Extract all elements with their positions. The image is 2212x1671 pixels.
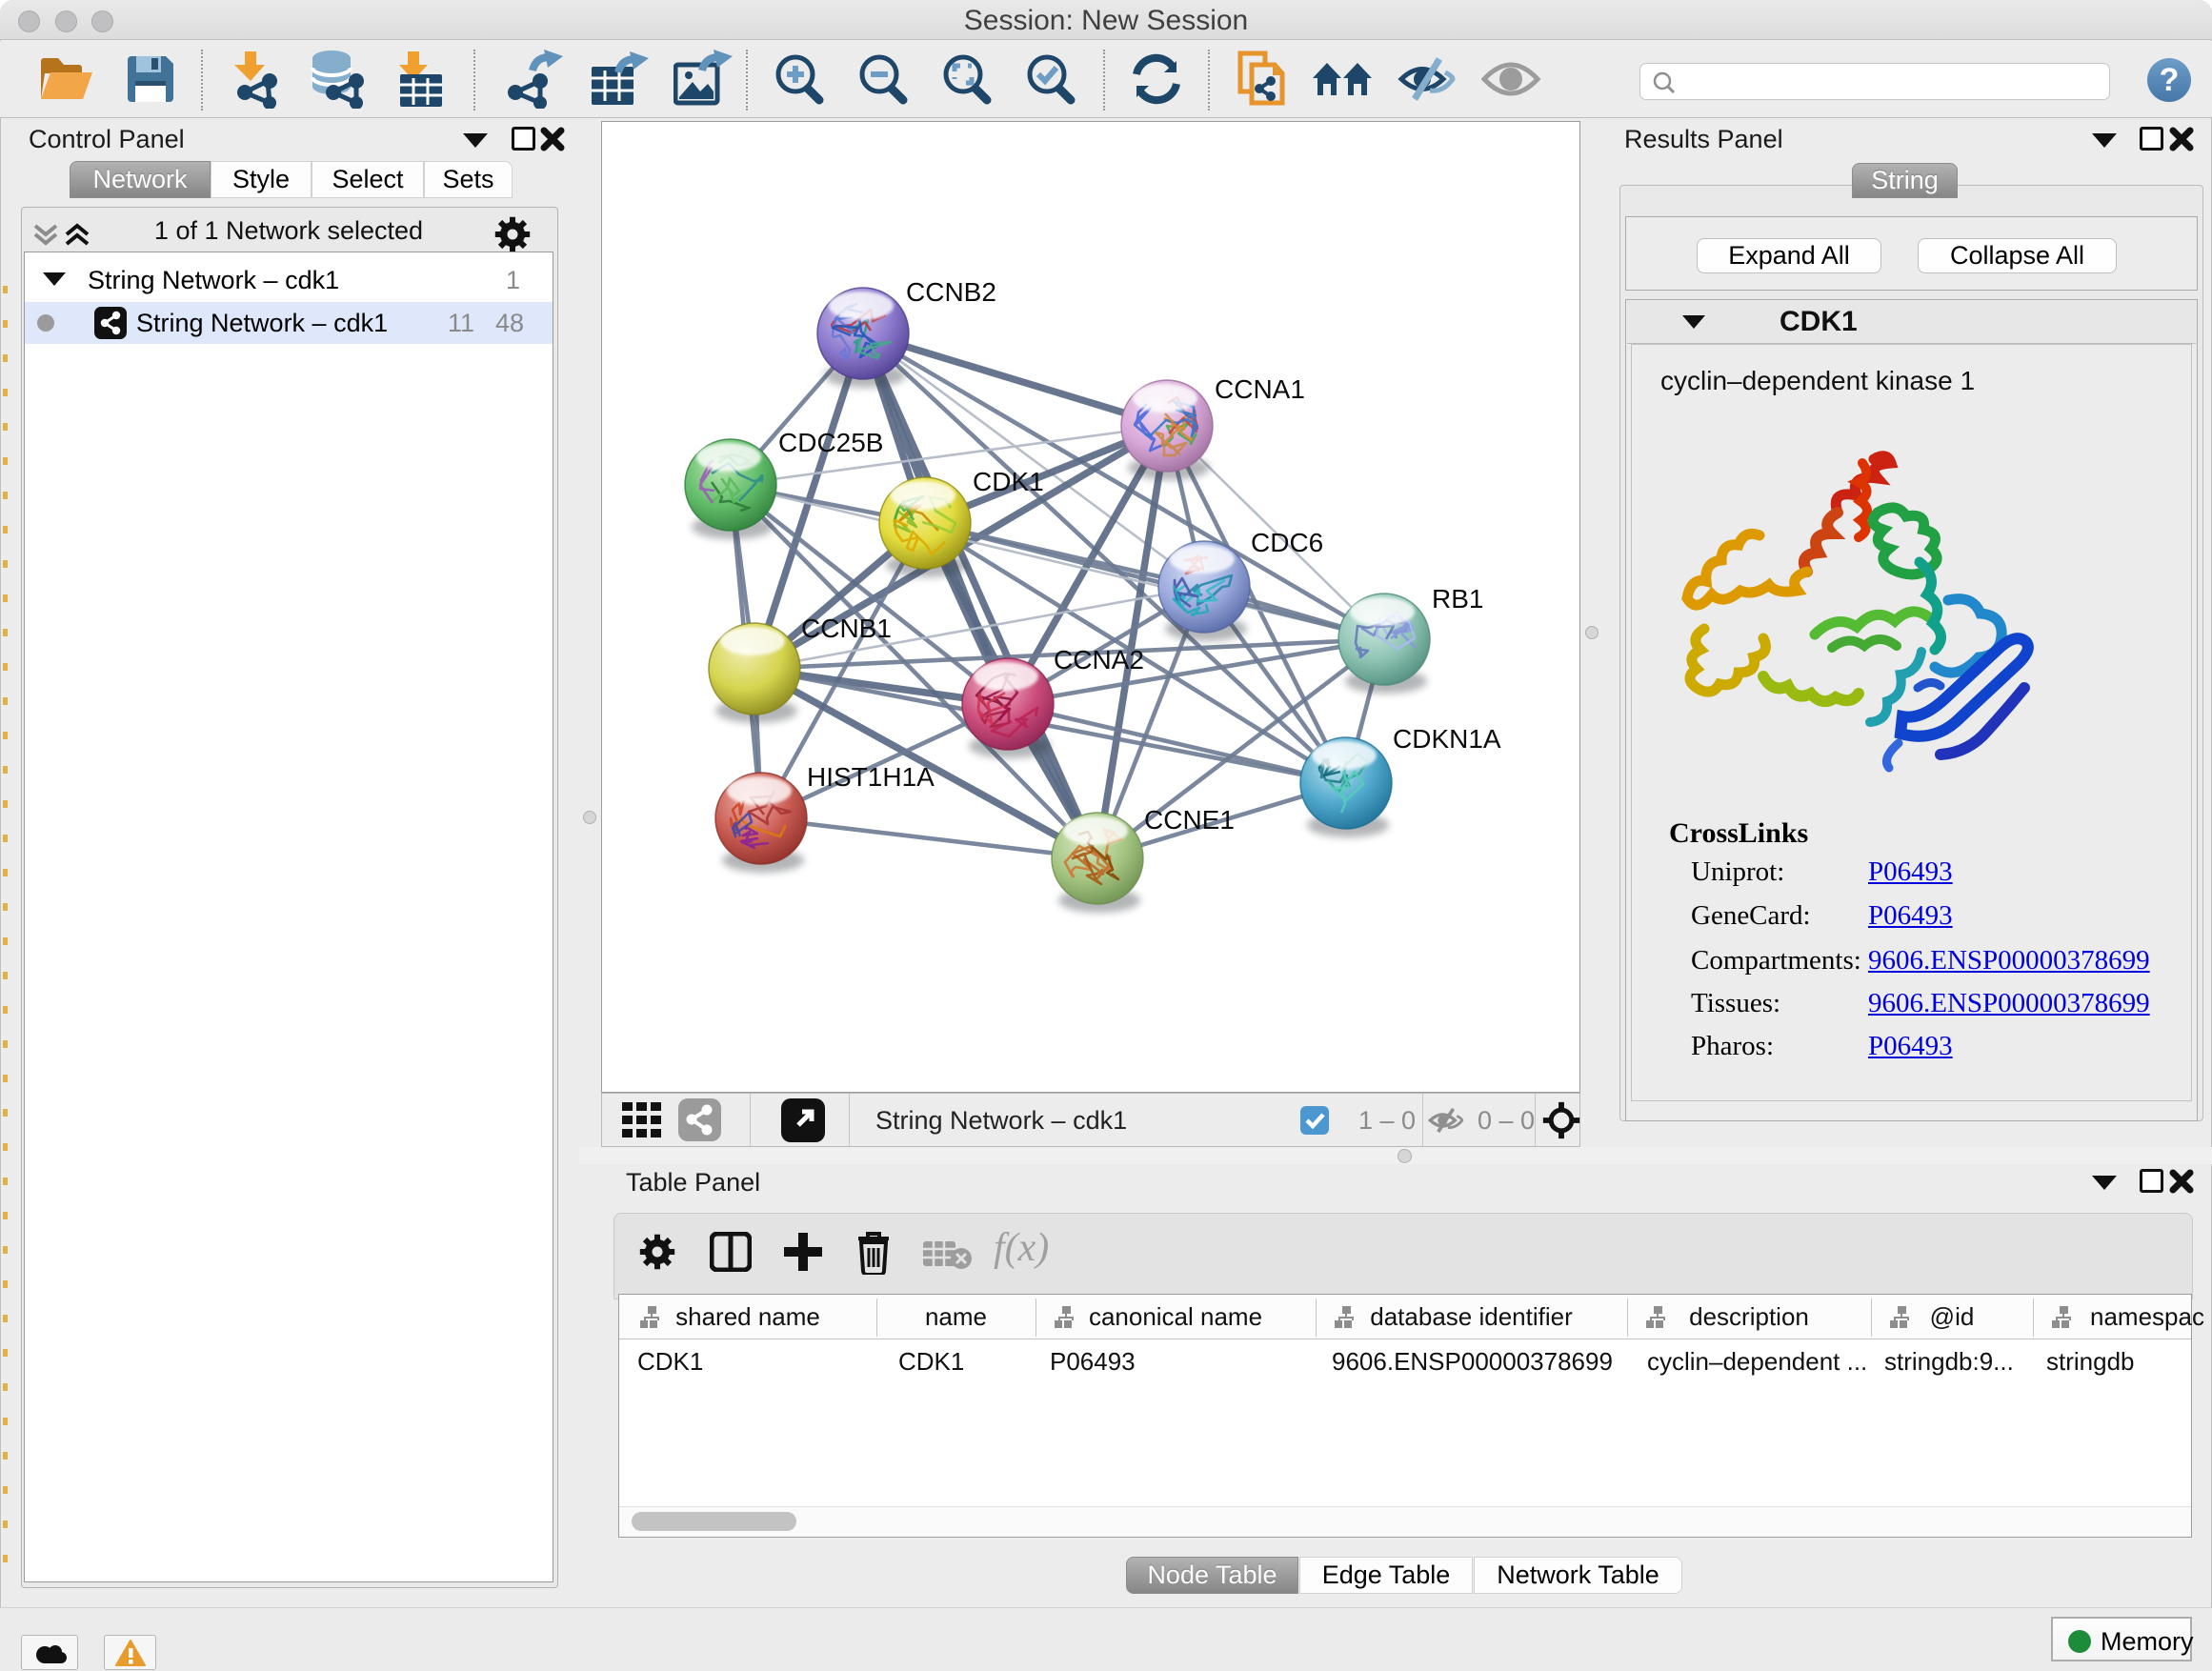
svg-text:RB1: RB1	[1432, 584, 1483, 614]
svg-text:CDK1: CDK1	[973, 467, 1044, 496]
svg-text:CDC6: CDC6	[1251, 528, 1323, 557]
svg-text:CCNB1: CCNB1	[801, 614, 892, 643]
svg-text:CDKN1A: CDKN1A	[1393, 724, 1501, 754]
svg-text:HIST1H1A: HIST1H1A	[807, 762, 935, 792]
svg-text:CCNE1: CCNE1	[1144, 805, 1235, 835]
svg-text:CDC25B: CDC25B	[778, 428, 883, 457]
svg-text:CCNA1: CCNA1	[1215, 374, 1305, 404]
svg-text:CCNB2: CCNB2	[906, 277, 996, 307]
svg-text:CCNA2: CCNA2	[1054, 645, 1144, 674]
